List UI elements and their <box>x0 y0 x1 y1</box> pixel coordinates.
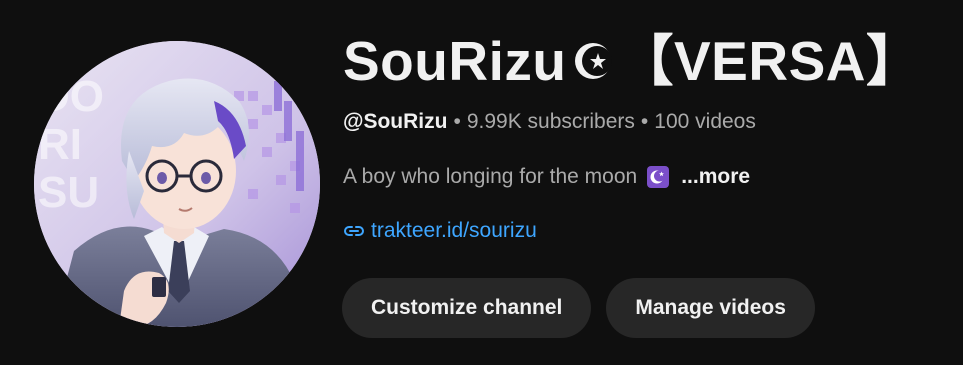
svg-text:RI: RI <box>38 120 82 169</box>
channel-name-text: SouRizu <box>343 30 567 92</box>
manage-videos-button[interactable]: Manage videos <box>606 278 815 338</box>
channel-actions: Customize channel Manage videos <box>342 278 815 338</box>
description-text: A boy who longing for the moon <box>343 165 638 188</box>
more-link[interactable]: ...more <box>681 162 750 192</box>
meta-separator: • <box>453 110 461 133</box>
channel-info: SouRizu 【VERSA】 @SouRizu • 9.99K subscribe… <box>343 22 943 246</box>
star-crescent-icon <box>575 43 613 79</box>
meta-separator: • <box>640 110 649 133</box>
video-count: 100 videos <box>654 110 756 133</box>
subscriber-count: 9.99K subscribers <box>466 110 635 133</box>
channel-meta: @SouRizu • 9.99K subscribers • 100 videos <box>343 107 943 137</box>
customize-channel-button[interactable]: Customize channel <box>342 278 592 338</box>
svg-text:SU: SU <box>38 168 99 217</box>
link-icon <box>344 226 364 236</box>
crescent-moon-emoji <box>647 166 670 188</box>
channel-avatar[interactable]: DO RI SU <box>34 41 320 327</box>
svg-text:DO: DO <box>38 72 104 121</box>
link-text: trakteer.id/sourizu <box>371 219 537 242</box>
channel-link[interactable]: trakteer.id/sourizu <box>343 216 943 246</box>
channel-name-suffix: 【VERSA】 <box>618 30 922 92</box>
avatar-illustration: DO RI SU <box>34 41 320 327</box>
channel-handle[interactable]: @SouRizu <box>343 110 447 133</box>
channel-header: DO RI SU SouRizu 【VERSA】 @SouRizu • 9.99… <box>0 0 963 365</box>
channel-name: SouRizu 【VERSA】 <box>343 22 943 100</box>
channel-description[interactable]: A boy who longing for the moon ...more <box>343 162 943 192</box>
